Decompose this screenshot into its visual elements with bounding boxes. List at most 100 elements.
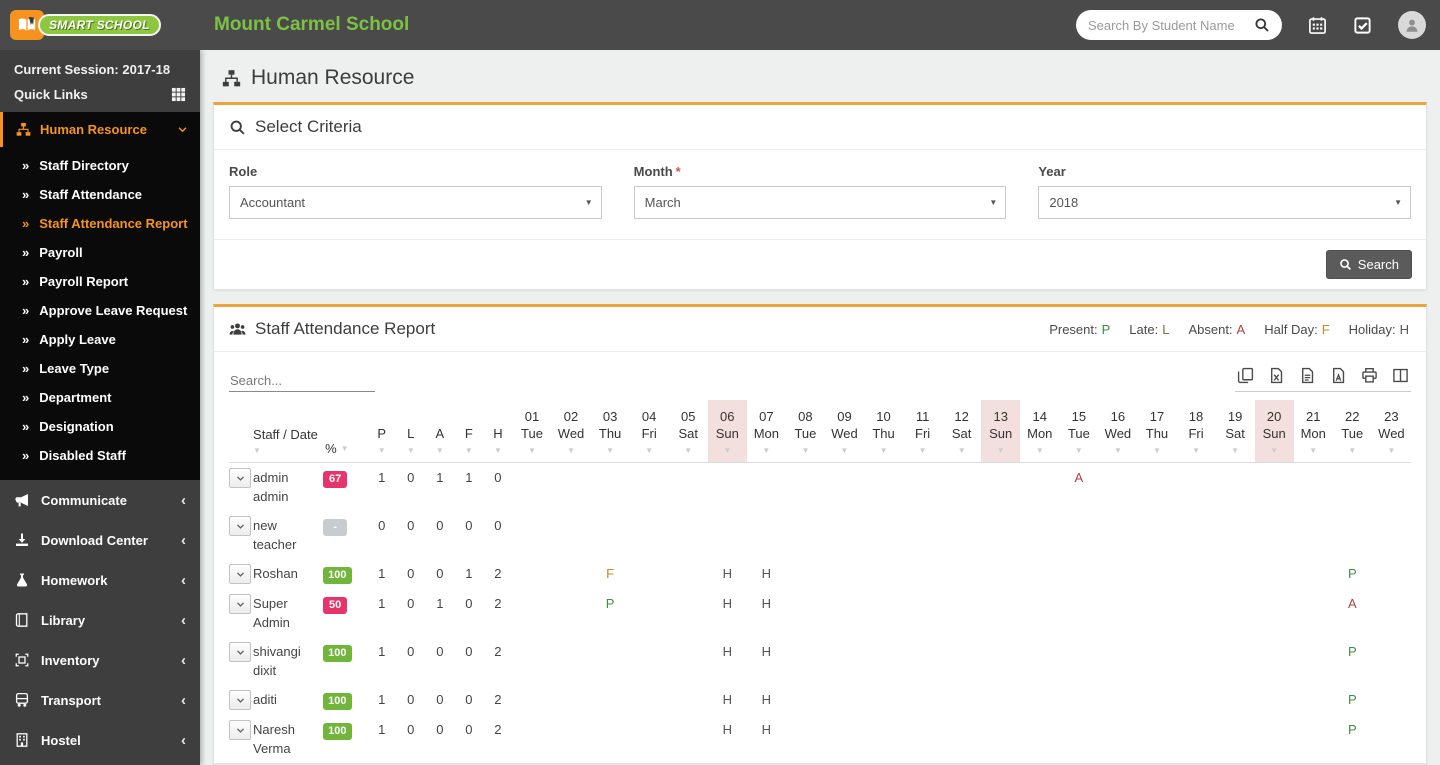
summary-header-h[interactable]: H ▼ xyxy=(483,400,513,463)
date-header-07[interactable]: 07 Mon ▼ xyxy=(746,400,786,463)
date-header-23[interactable]: 23 Wed ▼ xyxy=(1371,400,1411,463)
date-header-14[interactable]: 14 Mon ▼ xyxy=(1020,400,1060,463)
day-21-cell xyxy=(1294,637,1333,685)
date-header-15[interactable]: 15 Tue ▼ xyxy=(1059,400,1099,463)
day-10-cell xyxy=(864,637,903,685)
date-header-19[interactable]: 19 Sat ▼ xyxy=(1215,400,1255,463)
tasks-icon[interactable] xyxy=(1353,16,1372,35)
date-header-09[interactable]: 09 Wed ▼ xyxy=(824,400,864,463)
print-icon[interactable] xyxy=(1361,367,1378,384)
percent-badge: 100 xyxy=(323,567,352,584)
calendar-icon[interactable] xyxy=(1308,16,1327,35)
chevron-left-icon: ‹ xyxy=(181,571,186,589)
row-expander-button[interactable] xyxy=(229,690,251,710)
summary-f: 0 xyxy=(465,644,473,659)
day-09-cell xyxy=(825,511,864,559)
double-chevron-icon: » xyxy=(22,274,30,289)
summary-header-p[interactable]: P ▼ xyxy=(367,400,397,463)
sidebar-subitem-leave-type[interactable]: » Leave Type xyxy=(0,354,200,383)
summary-a: 0 xyxy=(436,692,444,707)
date-header-08[interactable]: 08 Tue ▼ xyxy=(785,400,825,463)
summary-header-f[interactable]: F ▼ xyxy=(454,400,484,463)
sidebar-item-homework[interactable]: Homework ‹ xyxy=(0,560,200,600)
role-select[interactable]: Accountant xyxy=(229,186,602,219)
row-expander-button[interactable] xyxy=(229,594,251,614)
app-logo[interactable]: SMART SCHOOL xyxy=(0,0,200,50)
sidebar-subitem-payroll[interactable]: » Payroll xyxy=(0,238,200,267)
sidebar-subitem-disabled-staff[interactable]: » Disabled Staff xyxy=(0,441,200,470)
summary-header-a[interactable]: A ▼ xyxy=(425,400,455,463)
pdf-icon[interactable] xyxy=(1330,367,1347,384)
day-13-cell xyxy=(981,559,1020,589)
sidebar-item-inventory[interactable]: Inventory ‹ xyxy=(0,640,200,680)
sidebar-item-hostel[interactable]: Hostel ‹ xyxy=(0,720,200,760)
day-12-cell xyxy=(942,511,981,559)
summary-header-l[interactable]: L ▼ xyxy=(396,400,426,463)
day-22-cell: P xyxy=(1333,715,1372,763)
download-icon xyxy=(14,532,30,548)
columns-icon[interactable] xyxy=(1392,367,1409,384)
year-select[interactable]: 2018 xyxy=(1038,186,1412,219)
date-header-06[interactable]: 06 Sun ▼ xyxy=(707,400,747,463)
search-button[interactable]: Search xyxy=(1325,250,1412,279)
sidebar-subitem-designation[interactable]: » Designation xyxy=(0,412,200,441)
row-expander-button[interactable] xyxy=(229,642,251,662)
sort-icon: ▼ xyxy=(253,446,261,455)
sidebar-subitem-staff-attendance[interactable]: » Staff Attendance xyxy=(0,180,200,209)
student-search-input[interactable] xyxy=(1088,17,1254,33)
date-header-18[interactable]: 18 Fri ▼ xyxy=(1176,400,1216,463)
date-header-22[interactable]: 22 Tue ▼ xyxy=(1332,400,1372,463)
card-title: Select Criteria xyxy=(255,117,362,136)
date-header-02[interactable]: 02 Wed ▼ xyxy=(551,400,591,463)
copy-icon[interactable] xyxy=(1237,367,1254,384)
sidebar-item-human-resource[interactable]: Human Resource xyxy=(0,112,200,147)
table-search-input[interactable] xyxy=(229,370,375,392)
day-15-cell xyxy=(1059,685,1098,715)
day-14-cell xyxy=(1020,511,1059,559)
file-text-icon[interactable] xyxy=(1299,367,1316,384)
month-select[interactable]: March xyxy=(633,186,1007,219)
date-header-17[interactable]: 17 Thu ▼ xyxy=(1137,400,1177,463)
day-02-cell xyxy=(552,637,591,685)
row-expander-button[interactable] xyxy=(229,720,251,740)
date-header-16[interactable]: 16 Wed ▼ xyxy=(1098,400,1138,463)
row-expander-button[interactable] xyxy=(229,468,251,488)
day-12-cell xyxy=(942,463,981,512)
summary-h: 2 xyxy=(494,596,502,611)
date-header-04[interactable]: 04 Fri ▼ xyxy=(629,400,669,463)
date-header-12[interactable]: 12 Sat ▼ xyxy=(942,400,982,463)
day-16-cell xyxy=(1098,559,1137,589)
date-header-10[interactable]: 10 Thu ▼ xyxy=(864,400,904,463)
quick-links[interactable]: Quick Links xyxy=(0,81,200,112)
staff-date-header[interactable]: Staff / Date ▼ xyxy=(253,400,322,463)
day-22-cell xyxy=(1333,511,1372,559)
excel-icon[interactable] xyxy=(1268,367,1285,384)
sidebar-subitem-staff-attendance-report[interactable]: » Staff Attendance Report xyxy=(0,209,200,238)
sidebar-item-transport[interactable]: Transport ‹ xyxy=(0,680,200,720)
date-header-01[interactable]: 01 Tue ▼ xyxy=(512,400,552,463)
megaphone-icon xyxy=(14,492,30,508)
day-15-cell xyxy=(1059,589,1098,637)
search-icon[interactable] xyxy=(1254,17,1270,33)
sidebar-subitem-department[interactable]: » Department xyxy=(0,383,200,412)
date-header-13[interactable]: 13 Sun ▼ xyxy=(981,400,1021,463)
user-avatar[interactable] xyxy=(1398,11,1426,39)
sidebar-subitem-payroll-report[interactable]: » Payroll Report xyxy=(0,267,200,296)
sidebar-item-download-center[interactable]: Download Center ‹ xyxy=(0,520,200,560)
date-header-11[interactable]: 11 Fri ▼ xyxy=(903,400,943,463)
summary-h: 0 xyxy=(494,470,502,485)
date-header-20[interactable]: 20 Sun ▼ xyxy=(1254,400,1294,463)
row-expander-button[interactable] xyxy=(229,516,251,536)
sidebar-subitem-staff-directory[interactable]: » Staff Directory xyxy=(0,151,200,180)
menu-item-label: Homework xyxy=(41,572,108,588)
date-header-21[interactable]: 21 Mon ▼ xyxy=(1293,400,1333,463)
percent-header[interactable]: % ▼ xyxy=(321,400,368,463)
sidebar-item-communicate[interactable]: Communicate ‹ xyxy=(0,480,200,520)
sidebar-subitem-apply-leave[interactable]: » Apply Leave xyxy=(0,325,200,354)
row-expander-button[interactable] xyxy=(229,564,251,584)
sidebar-item-library[interactable]: Library ‹ xyxy=(0,600,200,640)
date-header-03[interactable]: 03 Thu ▼ xyxy=(590,400,630,463)
day-16-cell xyxy=(1098,637,1137,685)
date-header-05[interactable]: 05 Sat ▼ xyxy=(668,400,708,463)
sidebar-subitem-approve-leave-request[interactable]: » Approve Leave Request xyxy=(0,296,200,325)
